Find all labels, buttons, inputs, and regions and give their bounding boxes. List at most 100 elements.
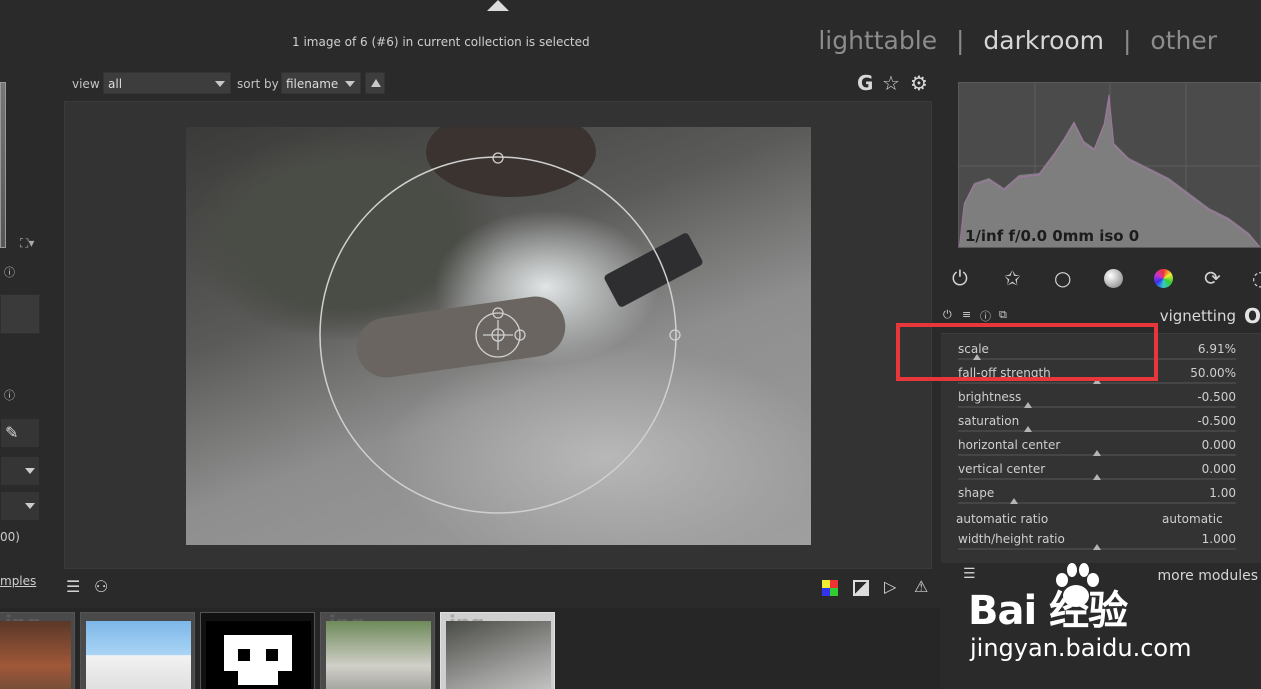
presets-icon[interactable]: ≡	[962, 308, 971, 321]
chevron-down-icon	[215, 81, 225, 87]
softproof-icon[interactable]	[822, 580, 838, 596]
sort-label: sort by	[237, 77, 279, 91]
slider-brightness[interactable]: brightness -0.500	[958, 390, 1236, 414]
filmstrip: jpg jpg jpg	[0, 608, 940, 689]
view-lighttable[interactable]: lighttable	[818, 26, 937, 55]
grouping-icon[interactable]: G	[857, 71, 873, 95]
view-label: view	[72, 77, 100, 91]
slider-value: 50.00%	[1190, 366, 1236, 380]
histogram[interactable]: 1/inf f/0.0 0mm iso 0	[958, 82, 1261, 248]
focus-peaking-icon[interactable]: ▷	[884, 577, 896, 596]
watermark-brand: Bai 经验	[968, 588, 1128, 634]
slider-value: -0.500	[1197, 414, 1236, 428]
circle-icon[interactable]: ○	[1054, 266, 1071, 290]
slider-handle[interactable]	[1093, 450, 1101, 456]
slider-value: -0.500	[1197, 390, 1236, 404]
sphere-icon[interactable]	[1104, 269, 1123, 288]
snapshot-box[interactable]	[0, 294, 40, 334]
module-enable-icon[interactable]: O	[1244, 304, 1261, 328]
slider-width-height-ratio[interactable]: width/height ratio 1.000	[958, 532, 1236, 556]
star-icon[interactable]: ✩	[1004, 266, 1021, 290]
combo-label: automatic ratio	[956, 512, 1049, 526]
power-icon[interactable]: ⏻	[952, 266, 968, 290]
left-panel: ⛶▾ ⓘ ⓘ ✎ 00) mples	[0, 76, 56, 606]
film-thumbnail[interactable]	[200, 612, 315, 689]
vignette-handle-top[interactable]	[492, 152, 504, 164]
film-thumbnail-active[interactable]: jpg	[440, 612, 555, 689]
partial-icon[interactable]: ◌	[1252, 266, 1261, 290]
star-icon[interactable]: ☆	[882, 71, 900, 95]
center-toolbar: view all sort by filename G ☆ ⚙	[64, 70, 932, 98]
chevron-down-icon	[25, 503, 35, 509]
slider-vertical-center[interactable]: vertical center 0.000	[958, 462, 1236, 486]
color-wheel-icon[interactable]	[1154, 269, 1173, 288]
picker-value-text: 00)	[0, 530, 20, 544]
info-icon[interactable]: ⓘ	[4, 264, 15, 280]
exif-info: 1/inf f/0.0 0mm iso 0	[965, 227, 1140, 245]
film-thumbnail[interactable]: jpg	[0, 612, 75, 689]
baidu-watermark: Bai 经验 jingyan.baidu.com	[968, 556, 1261, 689]
module-title: vignetting	[1159, 307, 1236, 325]
highlight-box	[896, 323, 1158, 381]
reset-icon[interactable]: ⓘ	[980, 308, 991, 324]
slider-label: horizontal center	[958, 438, 1061, 452]
slider-label: saturation	[958, 414, 1020, 428]
slider-track[interactable]	[958, 406, 1236, 408]
info-icon[interactable]: ⓘ	[4, 387, 15, 403]
slider-handle[interactable]	[1093, 544, 1101, 550]
slider-handle[interactable]	[1023, 426, 1032, 432]
thumbnail-image	[86, 621, 191, 689]
module-groups: ⏻ ✩ ○ ⟳ ◌	[940, 266, 1261, 292]
chevron-down-icon	[345, 81, 355, 87]
watermark-url: jingyan.baidu.com	[970, 634, 1192, 662]
sort-direction-button[interactable]	[365, 72, 385, 94]
slider-value: 0.000	[1201, 438, 1236, 452]
view-separator: |	[1123, 26, 1132, 55]
thumbnail-image	[446, 621, 551, 689]
thumbnail-image	[326, 621, 431, 689]
picker-type-dropdown[interactable]	[0, 491, 40, 521]
vignette-overlay[interactable]	[65, 102, 933, 570]
slider-value: 0.000	[1201, 462, 1236, 476]
vignette-handle-right[interactable]	[669, 329, 681, 341]
power-icon[interactable]: ⏻	[943, 308, 952, 322]
styles-icon[interactable]: ⚇	[94, 577, 108, 596]
view-filter-select[interactable]: all	[103, 72, 231, 94]
combo-value: automatic	[1162, 512, 1223, 526]
collection-info: 1 image of 6 (#6) in current collection …	[292, 35, 590, 49]
slider-handle[interactable]	[1009, 498, 1018, 504]
expand-icon[interactable]: ⛶▾	[20, 236, 34, 251]
gear-icon[interactable]: ⚙	[910, 71, 928, 95]
slider-saturation[interactable]: saturation -0.500	[958, 414, 1236, 438]
slider-handle[interactable]	[1023, 402, 1032, 408]
film-thumbnail[interactable]: jpg	[320, 612, 435, 689]
color-picker-button[interactable]: ✎	[0, 418, 40, 448]
thumbnail-image	[206, 621, 311, 689]
chevron-down-icon	[25, 468, 35, 474]
slider-shape[interactable]: shape 1.00	[958, 486, 1236, 510]
view-filter-value: all	[108, 77, 123, 91]
slider-value: 1.000	[1201, 532, 1236, 546]
sort-value: filename	[286, 77, 339, 91]
multi-instance-icon[interactable]: ⧉	[999, 308, 1007, 322]
view-switcher: lighttable | darkroom | other	[818, 26, 1217, 55]
view-darkroom[interactable]: darkroom	[983, 26, 1104, 55]
view-separator: |	[956, 26, 965, 55]
automatic-ratio-combo[interactable]: automatic ratio automatic	[956, 512, 1236, 530]
collapse-top-panel-arrow[interactable]	[487, 0, 509, 11]
view-other[interactable]: other	[1150, 26, 1217, 55]
navigation-thumbnail[interactable]	[0, 82, 6, 248]
slider-track[interactable]	[958, 430, 1236, 432]
picker-mode-dropdown[interactable]	[0, 456, 40, 486]
slider-track[interactable]	[958, 502, 1236, 504]
image-canvas[interactable]	[64, 101, 932, 569]
refresh-icon[interactable]: ⟳	[1204, 266, 1221, 290]
slider-horizontal-center[interactable]: horizontal center 0.000	[958, 438, 1236, 462]
slider-handle[interactable]	[1093, 474, 1101, 480]
menu-icon[interactable]: ☰	[66, 577, 80, 596]
warning-icon[interactable]: ⚠	[914, 577, 928, 596]
sort-select[interactable]: filename	[281, 72, 361, 94]
gamut-check-icon[interactable]	[853, 580, 869, 596]
film-thumbnail[interactable]	[80, 612, 195, 689]
slider-label: vertical center	[958, 462, 1046, 476]
